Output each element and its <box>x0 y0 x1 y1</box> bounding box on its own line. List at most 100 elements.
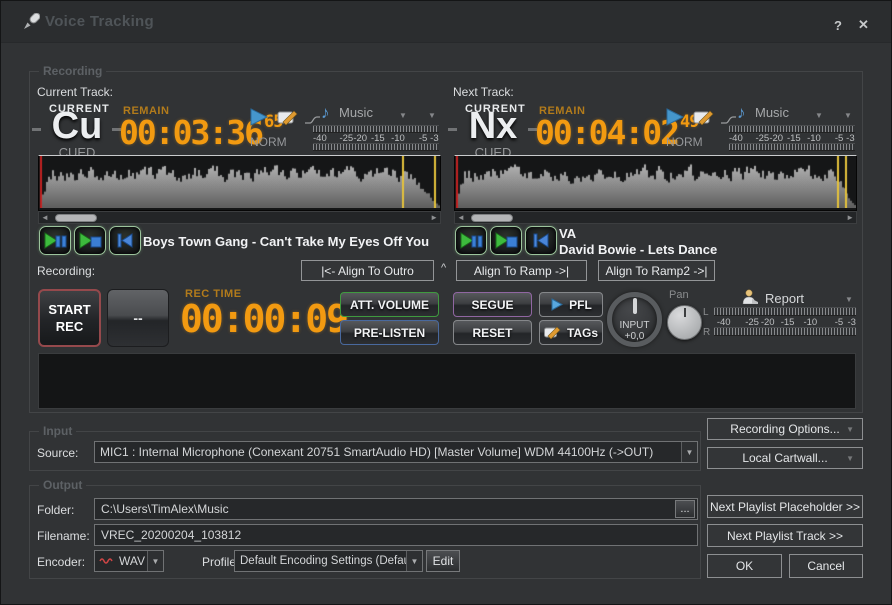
align-to-ramp2-button[interactable]: Align To Ramp2 ->| <box>598 260 715 281</box>
meter-ticks <box>714 307 856 316</box>
pan-knob[interactable] <box>667 305 702 340</box>
track-title: Boys Town Gang - Can't Take My Eyes Off … <box>143 224 441 260</box>
segue-button[interactable]: SEGUE <box>453 292 532 317</box>
next-playlist-track-button[interactable]: Next Playlist Track >> <box>707 524 863 547</box>
fade-icon[interactable] <box>720 115 737 125</box>
music-note-icon: ♪ <box>321 103 330 123</box>
play-icon[interactable] <box>665 108 685 126</box>
tags-button[interactable]: TAGs <box>539 320 603 345</box>
play-pause-icon <box>43 232 67 249</box>
input-group-label: Input <box>39 424 76 438</box>
norm-label: NORM <box>250 135 287 149</box>
meter-ticks <box>729 125 855 133</box>
report-select[interactable]: Report <box>765 291 804 306</box>
play-icon[interactable] <box>249 108 269 126</box>
filename-field[interactable] <box>94 524 698 546</box>
title-bar: Voice Tracking ? ✕ <box>1 1 891 43</box>
window-title: Voice Tracking <box>45 13 154 30</box>
filename-label: Filename: <box>37 529 90 543</box>
scroll-left-arrow-icon[interactable]: ◄ <box>457 213 465 223</box>
play-stop-button[interactable] <box>490 226 522 255</box>
meter-ticks <box>729 143 855 151</box>
waveform-display[interactable] <box>39 156 440 208</box>
pre-listen-button[interactable]: PRE-LISTEN <box>340 320 439 345</box>
reset-button[interactable]: RESET <box>453 320 532 345</box>
play-stop-icon <box>494 232 518 249</box>
chevron-down-icon[interactable]: ▼ <box>815 111 823 120</box>
play-stop-icon <box>78 232 102 249</box>
category-select[interactable]: Music <box>339 105 373 120</box>
chevron-down-icon[interactable]: ▼ <box>844 111 852 120</box>
align-to-outro-button[interactable]: |<- Align To Outro <box>301 260 434 281</box>
tag-edit-icon[interactable] <box>693 109 715 125</box>
chevron-down-icon[interactable]: ▼ <box>147 551 163 571</box>
source-label: Source: <box>37 446 78 460</box>
encoder-select[interactable]: WAV▼ <box>94 550 164 572</box>
chevron-down-icon: ▼ <box>846 425 854 434</box>
close-button[interactable]: ✕ <box>858 17 869 33</box>
scrollbar-thumb[interactable] <box>55 214 97 222</box>
category-select[interactable]: Music <box>755 105 789 120</box>
meter-scale: -40-25-20-15-10-5-3 <box>313 133 439 143</box>
scroll-right-arrow-icon[interactable]: ► <box>430 213 438 223</box>
play-stop-button[interactable] <box>74 226 106 255</box>
pfl-button[interactable]: PFL <box>539 292 603 317</box>
local-cartwall-button[interactable]: Local Cartwall...▼ <box>707 447 863 469</box>
profile-select[interactable]: Default Encoding Settings (Default...▼ <box>234 550 423 572</box>
knob-pointer <box>633 298 637 314</box>
track-level-meter: -40-25-20-15-10-5-3 <box>313 125 439 151</box>
microphone-icon <box>21 13 40 32</box>
track-code: Nx <box>454 107 532 145</box>
meter-ticks <box>714 327 856 336</box>
align-to-ramp-button[interactable]: Align To Ramp ->| <box>456 260 587 281</box>
input-knob-label: INPUT <box>612 320 657 331</box>
report-person-icon <box>742 289 759 304</box>
play-pause-button[interactable] <box>455 226 487 255</box>
input-knob-value: +0,0 <box>612 331 657 342</box>
output-group-label: Output <box>39 478 86 492</box>
att-volume-button[interactable]: ATT. VOLUME <box>340 292 439 317</box>
fade-icon[interactable] <box>304 115 321 125</box>
waveform-display[interactable] <box>455 156 856 208</box>
waveform-scrollbar[interactable]: ◄ ► <box>454 211 857 224</box>
recording-options-button[interactable]: Recording Options...▼ <box>707 418 863 440</box>
recording-row-label: Recording: <box>37 264 95 278</box>
scroll-left-arrow-icon[interactable]: ◄ <box>41 213 49 223</box>
skip-to-start-button[interactable] <box>109 226 141 255</box>
scroll-right-arrow-icon[interactable]: ► <box>846 213 854 223</box>
chevron-down-icon[interactable]: ▼ <box>681 442 697 462</box>
meter-right-label: R <box>703 327 710 338</box>
track-code: Cu <box>38 107 116 145</box>
next-playlist-placeholder-button[interactable]: Next Playlist Placeholder >> <box>707 495 863 518</box>
play-pause-button[interactable] <box>39 226 71 255</box>
start-rec-button[interactable]: STARTREC <box>38 289 101 347</box>
secondary-rec-button[interactable]: -- <box>107 289 169 347</box>
music-note-icon: ♪ <box>737 103 746 123</box>
edit-profile-button[interactable]: Edit <box>426 550 460 572</box>
chevron-down-icon[interactable]: ▼ <box>406 551 422 571</box>
folder-field[interactable] <box>94 498 698 520</box>
skip-start-icon <box>532 232 550 249</box>
norm-label: NORM <box>666 135 703 149</box>
chevron-down-icon[interactable]: ▼ <box>428 111 436 120</box>
align-marker: ^ <box>441 262 446 274</box>
skip-to-start-button[interactable] <box>525 226 557 255</box>
tag-edit-icon[interactable] <box>277 109 299 125</box>
voice-tracking-dialog: Voice Tracking ? ✕ Recording Current Tra… <box>0 0 892 605</box>
meter-ticks <box>313 143 439 151</box>
input-gain-knob[interactable]: INPUT +0,0 <box>607 292 662 347</box>
knob-pointer <box>684 308 686 317</box>
waveform-scrollbar[interactable]: ◄ ► <box>38 211 441 224</box>
recording-group-label: Recording <box>39 64 106 78</box>
chevron-down-icon[interactable]: ▼ <box>399 111 407 120</box>
help-button[interactable]: ? <box>834 18 842 33</box>
scrollbar-thumb[interactable] <box>471 214 513 222</box>
ok-button[interactable]: OK <box>707 554 782 578</box>
source-select[interactable]: MIC1 : Internal Microphone (Conexant 207… <box>94 441 698 463</box>
skip-start-icon <box>116 232 134 249</box>
meter-scale: -40-25-20-15-10-5-3 <box>729 133 855 143</box>
current-track-label: Current Track: <box>37 85 113 99</box>
browse-folder-button[interactable]: ... <box>675 500 695 518</box>
cancel-button[interactable]: Cancel <box>789 554 863 578</box>
chevron-down-icon[interactable]: ▼ <box>845 295 853 304</box>
